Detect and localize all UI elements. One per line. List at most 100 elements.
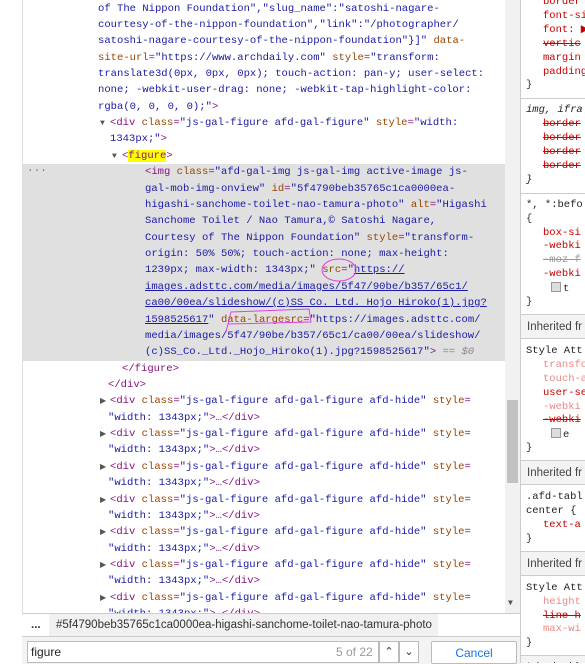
style-property[interactable]: height xyxy=(543,596,581,609)
expand-triangle-open-icon[interactable]: ▼ xyxy=(112,149,122,165)
dom-token-link[interactable]: images.adsttc.com/media/images/5f47/90be… xyxy=(145,281,468,293)
style-property[interactable]: border xyxy=(543,132,581,145)
dom-line[interactable]: "width: 1343px;">…</div> xyxy=(23,541,505,557)
style-property[interactable]: transfo xyxy=(543,359,585,372)
dom-line[interactable]: Courtesy of The Nippon Foundation" style… xyxy=(23,229,505,247)
style-selector[interactable]: .afd-tabl xyxy=(526,491,583,504)
style-property[interactable]: { xyxy=(526,213,532,226)
dom-line[interactable]: ▶ <div class = "js-gal-figure afd-gal-figur… xyxy=(23,393,505,409)
style-selector[interactable]: *, *:befo xyxy=(526,199,583,212)
dom-line[interactable]: "width: 1343px;">…</div> xyxy=(23,573,505,589)
dom-line[interactable]: ▶ <div class = "js-gal-figure afd-gal-figur… xyxy=(23,557,505,573)
dom-line[interactable]: ▶ <div class = "js-gal-figure afd-gal-figur… xyxy=(23,492,505,508)
style-property[interactable]: line h xyxy=(543,610,581,623)
property-checkbox[interactable]: t xyxy=(551,282,569,296)
expand-triangle-closed-icon[interactable]: ▶ xyxy=(100,493,110,509)
dom-line[interactable]: Sanchome Toilet / Nao Tamura,© Satoshi N… xyxy=(23,213,505,230)
style-property[interactable]: border xyxy=(543,0,581,9)
style-property[interactable]: user-se xyxy=(543,387,585,400)
dom-line[interactable]: ▼ <div class="js-gal-figure afd-gal-figur… xyxy=(23,115,505,131)
next-match-button[interactable]: ⌄ xyxy=(399,641,419,663)
dom-line[interactable]: site-url="https://www.archdaily.com" sty… xyxy=(23,50,505,66)
expand-triangle-closed-icon[interactable]: ▶ xyxy=(100,525,110,541)
style-selector[interactable]: } xyxy=(526,174,532,187)
breadcrumb-more[interactable]: ... xyxy=(31,614,41,636)
more-actions-icon[interactable]: ... xyxy=(27,161,47,177)
style-property[interactable]: border xyxy=(543,118,581,131)
dom-token-link[interactable]: ca00/00ea/slideshow/(c)SS Co. Ltd. Hojo … xyxy=(145,297,487,309)
expand-triangle-closed-icon[interactable]: ▶ xyxy=(100,427,110,443)
dom-line[interactable]: "width: 1343px;">…</div> xyxy=(23,606,505,613)
style-property[interactable]: box-si xyxy=(543,227,581,240)
dom-line[interactable]: images.adsttc.com/media/images/5f47/90be… xyxy=(23,278,505,296)
style-property[interactable]: max-wi xyxy=(543,623,581,636)
dom-line[interactable]: satoshi-nagare-courtesy-of-the-nippon-fo… xyxy=(23,33,505,49)
dom-line[interactable]: 1343px;"> xyxy=(23,131,505,147)
dom-line[interactable]: gal-mob-img-onview" id="5f4790beb35765c1… xyxy=(23,180,505,197)
search-input[interactable]: figure xyxy=(27,641,379,663)
dom-line[interactable]: media/images/5f47/90be/b357/65c1/ca00/00… xyxy=(23,327,505,345)
style-property[interactable]: } xyxy=(526,533,532,546)
expand-triangle-closed-icon[interactable]: ▶ xyxy=(100,558,110,574)
dom-line[interactable]: ▼ <figure> xyxy=(23,148,505,164)
style-property[interactable]: -webki xyxy=(543,240,581,253)
expand-triangle-closed-icon[interactable]: ▶ xyxy=(100,394,110,410)
dom-line[interactable]: ▶ <div class = "js-gal-figure afd-gal-figur… xyxy=(23,590,505,606)
style-property[interactable]: font: ▶ xyxy=(543,24,585,37)
dom-line[interactable]: none; -webkit-user-drag: none; -webkit-t… xyxy=(23,82,505,98)
dom-line[interactable]: origin: 50% 50%; touch-action: none; max… xyxy=(23,246,505,263)
dom-line[interactable]: (c)SS_Co._Ltd._Hojo_Hiroko(1).jpg?159852… xyxy=(23,344,505,361)
style-property[interactable]: -moz f xyxy=(543,254,581,267)
style-property[interactable]: border xyxy=(543,146,581,159)
style-property[interactable]: } xyxy=(526,79,532,92)
dom-line[interactable]: translate3d(0px, 0px, 0px); touch-action… xyxy=(23,66,505,82)
style-property[interactable]: -webki xyxy=(543,268,581,281)
dom-line[interactable]: "width: 1343px;">…</div> xyxy=(23,508,505,524)
dom-line[interactable]: ▶ <div class = "js-gal-figure afd-gal-figur… xyxy=(23,426,505,442)
style-property[interactable]: } xyxy=(526,637,532,650)
style-property[interactable]: padding xyxy=(543,66,585,79)
dom-line[interactable]: "width: 1343px;">…</div> xyxy=(23,410,505,426)
style-property[interactable]: font-si xyxy=(543,10,585,23)
scroll-down-arrow-icon[interactable]: ▼ xyxy=(508,598,513,607)
expand-triangle-closed-icon[interactable]: ▶ xyxy=(100,460,110,476)
dom-line[interactable]: higashi-sanchome-toilet-nao-tamura-photo… xyxy=(23,196,505,214)
style-property[interactable]: -webki xyxy=(543,401,581,414)
scrollbar-thumb[interactable] xyxy=(507,400,518,483)
dom-line[interactable]: </div> xyxy=(23,377,505,393)
style-selector[interactable]: Style Att xyxy=(526,582,583,595)
dom-line[interactable]: ca00/00ea/slideshow/(c)SS Co. Ltd. Hojo … xyxy=(23,295,505,312)
dom-line[interactable]: 1598525617" data-largesrc="https://image… xyxy=(23,311,505,328)
style-property[interactable]: -webki xyxy=(543,414,581,427)
dom-line[interactable]: "width: 1343px;">…</div> xyxy=(23,475,505,491)
style-property[interactable]: vertic xyxy=(543,38,581,51)
dom-line[interactable]: "width: 1343px;">…</div> xyxy=(23,442,505,458)
styles-pane[interactable]: border font-si font: ▶ vertic margin padding}… xyxy=(520,0,585,663)
dom-line[interactable]: </figure> xyxy=(23,361,505,377)
style-property[interactable]: } xyxy=(526,296,532,309)
style-selector[interactable]: Style Att xyxy=(526,345,583,358)
dom-line[interactable]: of The Nippon Foundation","slug_name":"s… xyxy=(23,1,505,17)
style-property[interactable]: margin xyxy=(543,52,581,65)
style-property[interactable]: touch-a xyxy=(543,373,585,386)
cancel-button[interactable]: Cancel xyxy=(431,641,517,664)
previous-match-button[interactable]: ⌃ xyxy=(379,641,399,663)
elements-tree[interactable]: of The Nippon Foundation","slug_name":"s… xyxy=(0,0,505,613)
style-property[interactable]: } xyxy=(526,442,532,455)
dom-line[interactable]: ▶ <div class = "js-gal-figure afd-gal-figur… xyxy=(23,459,505,475)
style-selector[interactable]: center { xyxy=(526,505,576,518)
dom-line[interactable]: 1239px; max-width: 1343px;" src="https:/… xyxy=(23,262,505,279)
property-checkbox[interactable]: e xyxy=(551,428,569,442)
style-property[interactable]: text-a xyxy=(543,519,581,532)
style-property[interactable]: border xyxy=(543,160,581,173)
vertical-scrollbar[interactable]: ▼ xyxy=(505,0,520,613)
expand-triangle-closed-icon[interactable]: ▶ xyxy=(100,591,110,607)
dom-line[interactable]: ▶ <div class = "js-gal-figure afd-gal-figur… xyxy=(23,524,505,540)
dom-line[interactable]: rgba(0, 0, 0, 0);"> xyxy=(23,99,505,115)
expand-triangle-open-icon[interactable]: ▼ xyxy=(100,116,110,132)
dom-token-link[interactable]: 1598525617 xyxy=(145,314,208,326)
dom-token-link[interactable]: https:// xyxy=(354,264,405,276)
style-selector[interactable]: img, ifra xyxy=(526,104,583,117)
dom-line[interactable]: ... <img class="afd-gal-img js-gal-img ac… xyxy=(23,161,505,181)
dom-line[interactable]: courtesy-of-the-nippon-foundation","link… xyxy=(23,17,505,33)
